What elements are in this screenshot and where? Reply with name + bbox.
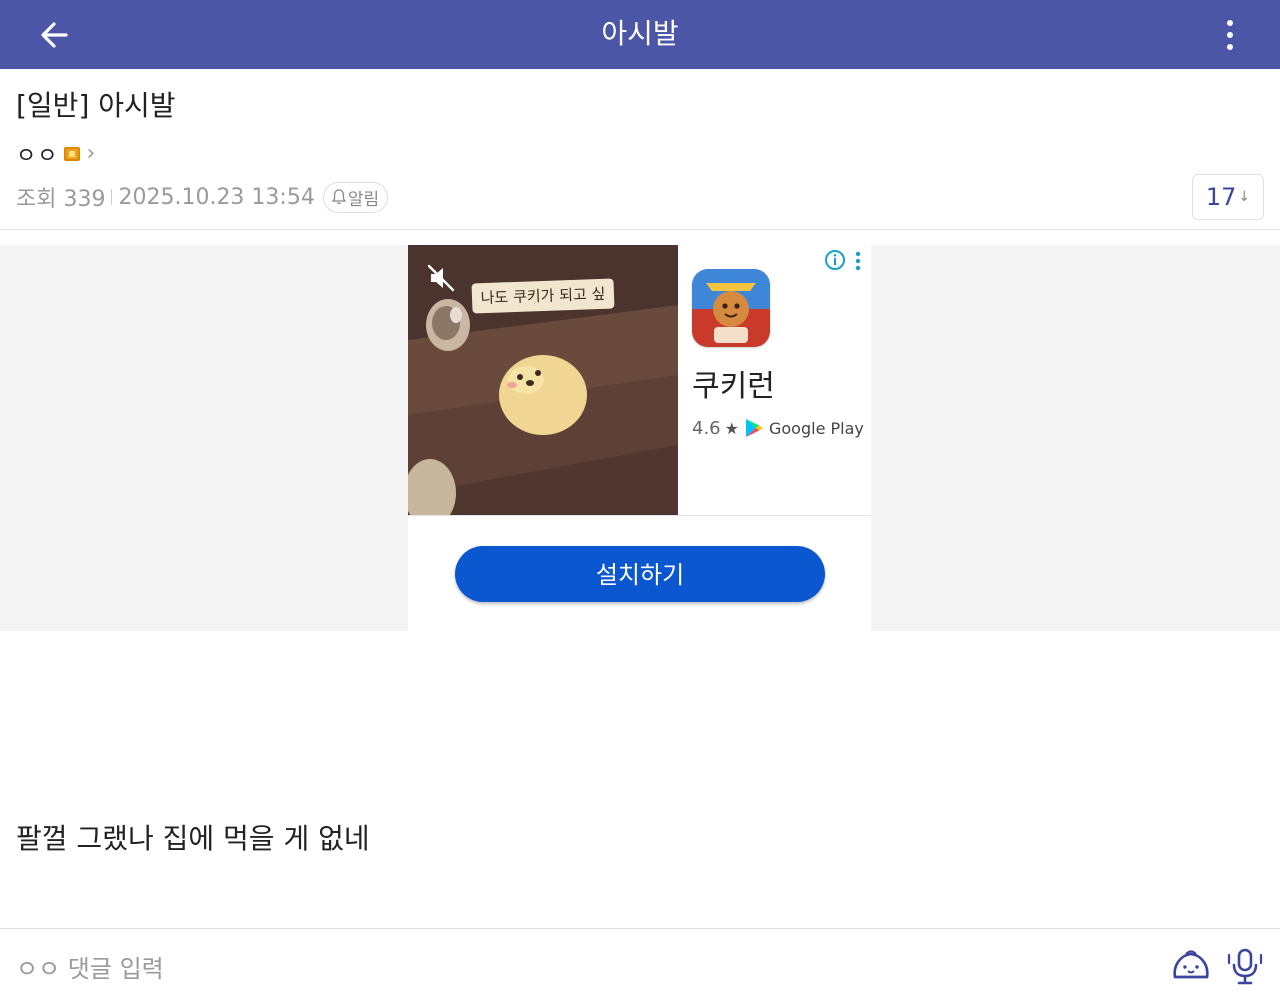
post-body: 팔껄 그랬나 집에 먹을 게 없네 [16,822,370,855]
meta-divider [111,189,113,205]
ad-info-icon[interactable] [824,249,846,271]
ad-video[interactable]: 나도 쿠키가 되고 싶 [408,245,678,515]
view-count: 조회 339 [16,187,106,212]
post-datetime: 2025.10.23 13:54 [118,184,315,210]
alarm-button[interactable]: 알림 [322,181,389,213]
top-app-bar: 아시발 [0,0,1280,69]
comment-count: 17 [1205,183,1237,211]
cookie-run-app-icon[interactable] [692,269,770,347]
ad-unit[interactable]: 나도 쿠키가 되고 싶 쿠키런 4.6 ★ Google Play 설치하기 [408,245,871,631]
post-title: [일반] 아시발 [16,89,176,122]
header-divider [0,229,1280,230]
ad-rating-value: 4.6 [692,417,721,439]
mute-icon[interactable] [426,263,456,293]
author-row[interactable]: ㅇㅇ › [16,138,95,170]
star-icon: ★ [724,418,739,438]
author-nickname[interactable]: ㅇㅇ [16,138,58,170]
comment-count-button[interactable]: 17 ↓ [1192,174,1264,220]
store-name: Google Play [768,418,864,438]
comment-input-bar [0,928,1280,1007]
arrow-down-icon: ↓ [1238,189,1251,205]
page-title: 아시발 [601,17,679,50]
ad-more-icon[interactable] [852,249,864,273]
ad-rating-row: 4.6 ★ Google Play [692,417,864,439]
post-meta: 조회 339 2025.10.23 13:54 알림 [16,180,389,214]
microphone-icon[interactable] [1226,947,1264,987]
more-vertical-icon[interactable] [1216,18,1244,52]
ad-app-name[interactable]: 쿠키런 [692,361,775,405]
chevron-right-icon[interactable]: › [86,143,95,165]
ad-divider [408,515,871,516]
dumpling-emoticon-icon[interactable] [1170,947,1212,987]
comment-input[interactable] [16,951,1116,987]
ad-video-caption: 나도 쿠키가 되고 싶 [471,278,615,314]
bell-icon [331,189,346,204]
install-button[interactable]: 설치하기 [455,546,825,602]
alarm-label: 알림 [347,189,380,210]
user-badge-icon [64,147,81,161]
google-play-icon [745,419,763,437]
